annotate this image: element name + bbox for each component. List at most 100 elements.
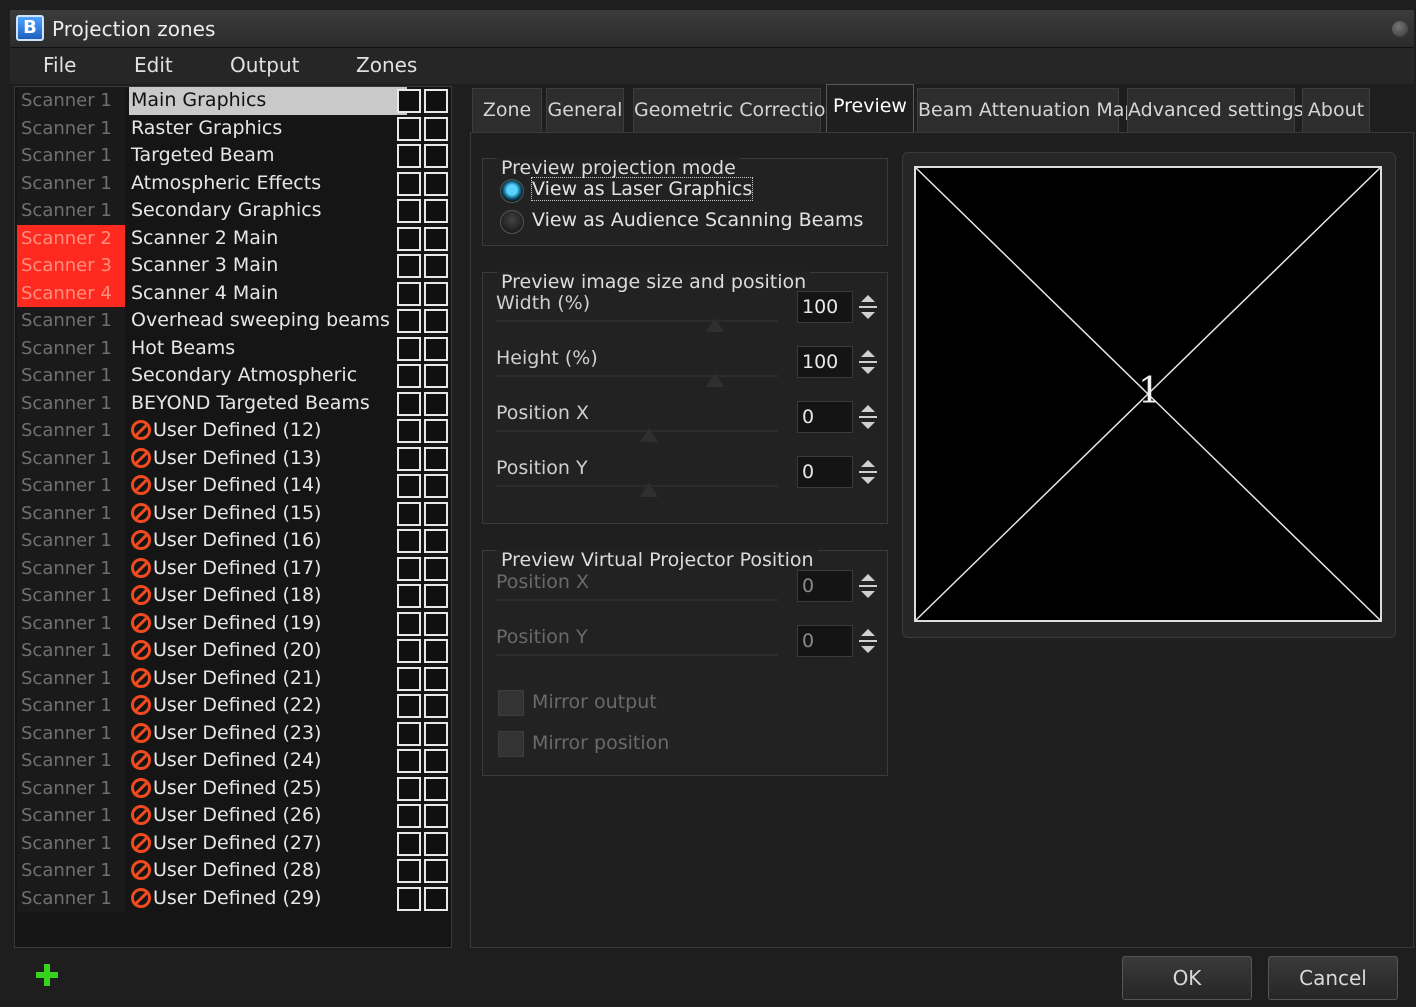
window-control-icon[interactable]	[1392, 21, 1408, 37]
tab-geometric-correction[interactable]: Geometric Correction	[633, 88, 838, 132]
zone-checkbox[interactable]	[397, 721, 421, 746]
zone-checkbox[interactable]	[424, 281, 448, 306]
zone-checkbox[interactable]	[424, 831, 448, 856]
zone-scanner-cell[interactable]: Scanner 1	[17, 142, 125, 170]
radio-label-laser-graphics[interactable]: View as Laser Graphics	[530, 177, 754, 201]
zone-checkbox[interactable]	[424, 391, 448, 416]
zone-name-cell[interactable]: Targeted Beam	[129, 142, 407, 170]
zone-row[interactable]: Scanner 1 User Defined (13)	[15, 444, 451, 473]
zone-checkbox[interactable]	[397, 364, 421, 388]
tab-preview[interactable]: Preview	[826, 84, 914, 132]
zone-scanner-cell[interactable]: Scanner 1	[17, 884, 125, 912]
zone-scanner-cell[interactable]: Scanner 1	[17, 169, 125, 197]
zone-checkbox[interactable]	[424, 226, 448, 251]
zone-scanner-cell[interactable]: Scanner 1	[17, 554, 125, 582]
zone-checkbox[interactable]	[397, 859, 421, 883]
zone-name-cell[interactable]: Main Graphics	[129, 87, 407, 115]
zone-scanner-cell[interactable]: Scanner 1	[17, 637, 125, 665]
zone-row[interactable]: Scanner 1 User Defined (27)	[15, 829, 451, 857]
zone-checkbox[interactable]	[424, 116, 448, 141]
zone-scanner-cell[interactable]: Scanner 1	[17, 802, 125, 830]
zone-checkbox[interactable]	[424, 446, 448, 471]
zone-checkbox[interactable]	[397, 391, 421, 416]
zone-checkbox[interactable]	[397, 116, 421, 141]
ok-button[interactable]: OK	[1122, 956, 1252, 1000]
zone-name-cell[interactable]: User Defined (26)	[129, 802, 407, 830]
plus-icon[interactable]	[34, 962, 60, 988]
zone-row[interactable]: Scanner 1 Secondary Atmospheric	[15, 362, 451, 390]
zone-name-cell[interactable]: User Defined (28)	[129, 857, 407, 885]
zone-checkbox[interactable]	[424, 474, 448, 498]
zone-checkbox[interactable]	[397, 831, 421, 856]
tab-general[interactable]: General	[546, 88, 624, 132]
zone-row[interactable]: Scanner 1 User Defined (14)	[15, 472, 451, 500]
zone-checkbox[interactable]	[397, 281, 421, 306]
zone-checkbox[interactable]	[397, 749, 421, 773]
zone-name-cell[interactable]: BEYOND Targeted Beams	[129, 390, 407, 418]
zone-name-cell[interactable]: User Defined (14)	[129, 472, 407, 500]
zone-row[interactable]: Scanner 1 User Defined (19)	[15, 609, 451, 638]
zone-name-cell[interactable]: User Defined (19)	[129, 610, 407, 638]
zone-scanner-cell[interactable]: Scanner 1	[17, 582, 125, 610]
zone-row[interactable]: Scanner 1 Raster Graphics	[15, 114, 451, 142]
menu-file[interactable]: File	[43, 53, 76, 77]
zone-scanner-cell[interactable]: Scanner 1	[17, 719, 125, 747]
zone-checkbox[interactable]	[397, 309, 421, 333]
zone-checkbox[interactable]	[424, 584, 448, 608]
zone-checkbox[interactable]	[424, 309, 448, 333]
zone-scanner-cell[interactable]: Scanner 1	[17, 692, 125, 720]
zone-row[interactable]: Scanner 1 User Defined (21)	[15, 664, 451, 693]
zone-scanner-cell[interactable]: Scanner 1	[17, 197, 125, 225]
tab-about[interactable]: About	[1302, 88, 1370, 132]
position-y-spinner[interactable]	[856, 456, 882, 488]
zone-checkbox[interactable]	[397, 776, 421, 801]
zone-checkbox[interactable]	[397, 639, 421, 663]
position-y-slider[interactable]	[496, 485, 778, 487]
zone-checkbox[interactable]	[397, 254, 421, 278]
zone-row[interactable]: Scanner 1 User Defined (18)	[15, 582, 451, 610]
zone-row[interactable]: Scanner 1 User Defined (24)	[15, 747, 451, 775]
zone-name-cell[interactable]: User Defined (22)	[129, 692, 407, 720]
zone-name-cell[interactable]: User Defined (21)	[129, 665, 407, 693]
zone-row[interactable]: Scanner 1 User Defined (29)	[15, 884, 451, 912]
zone-name-cell[interactable]: Scanner 4 Main	[129, 280, 407, 308]
zone-name-cell[interactable]: User Defined (13)	[129, 445, 407, 473]
position-x-input[interactable]: 0	[797, 401, 853, 433]
zone-checkbox[interactable]	[397, 144, 421, 168]
zone-list[interactable]: Scanner 1 Main Graphics Scanner 1 Raster Gr…	[14, 86, 452, 948]
zone-checkbox[interactable]	[397, 584, 421, 608]
zone-row[interactable]: Scanner 2 Scanner 2 Main	[15, 224, 451, 252]
zone-scanner-cell[interactable]: Scanner 3	[17, 252, 125, 280]
preview-canvas[interactable]: 1	[914, 166, 1382, 622]
zone-checkbox[interactable]	[424, 556, 448, 581]
zone-name-cell[interactable]: Scanner 3 Main	[129, 252, 407, 280]
width-spinner[interactable]	[856, 291, 882, 323]
zone-checkbox[interactable]	[397, 611, 421, 636]
zone-scanner-cell[interactable]: Scanner 1	[17, 857, 125, 885]
zone-name-cell[interactable]: User Defined (15)	[129, 500, 407, 528]
position-y-slider-thumb[interactable]	[640, 483, 658, 497]
zone-row[interactable]: Scanner 1 User Defined (17)	[15, 554, 451, 582]
zone-checkbox[interactable]	[397, 474, 421, 498]
zone-scanner-cell[interactable]: Scanner 1	[17, 472, 125, 500]
zone-row[interactable]: Scanner 1 User Defined (25)	[15, 774, 451, 802]
zone-name-cell[interactable]: User Defined (23)	[129, 720, 407, 748]
zone-row[interactable]: Scanner 1 BEYOND Targeted Beams	[15, 389, 451, 418]
height-slider-thumb[interactable]	[706, 373, 724, 387]
zone-row[interactable]: Scanner 1 User Defined (28)	[15, 857, 451, 885]
tab-zone[interactable]: Zone	[472, 88, 542, 132]
zone-row[interactable]: Scanner 1 Hot Beams	[15, 334, 451, 362]
zone-checkbox[interactable]	[397, 199, 421, 223]
zone-checkbox[interactable]	[424, 639, 448, 663]
zone-name-cell[interactable]: Atmospheric Effects	[129, 170, 407, 198]
zone-checkbox[interactable]	[424, 776, 448, 801]
zone-checkbox[interactable]	[397, 89, 421, 113]
zone-checkbox[interactable]	[397, 529, 421, 553]
zone-scanner-cell[interactable]: Scanner 1	[17, 307, 125, 335]
zone-row[interactable]: Scanner 1 Overhead sweeping beams	[15, 307, 451, 335]
zone-row[interactable]: Scanner 1 User Defined (15)	[15, 499, 451, 528]
zone-checkbox[interactable]	[397, 171, 421, 196]
zone-row[interactable]: Scanner 1 Secondary Graphics	[15, 197, 451, 225]
zone-checkbox[interactable]	[424, 749, 448, 773]
zone-scanner-cell[interactable]: Scanner 1	[17, 362, 125, 390]
